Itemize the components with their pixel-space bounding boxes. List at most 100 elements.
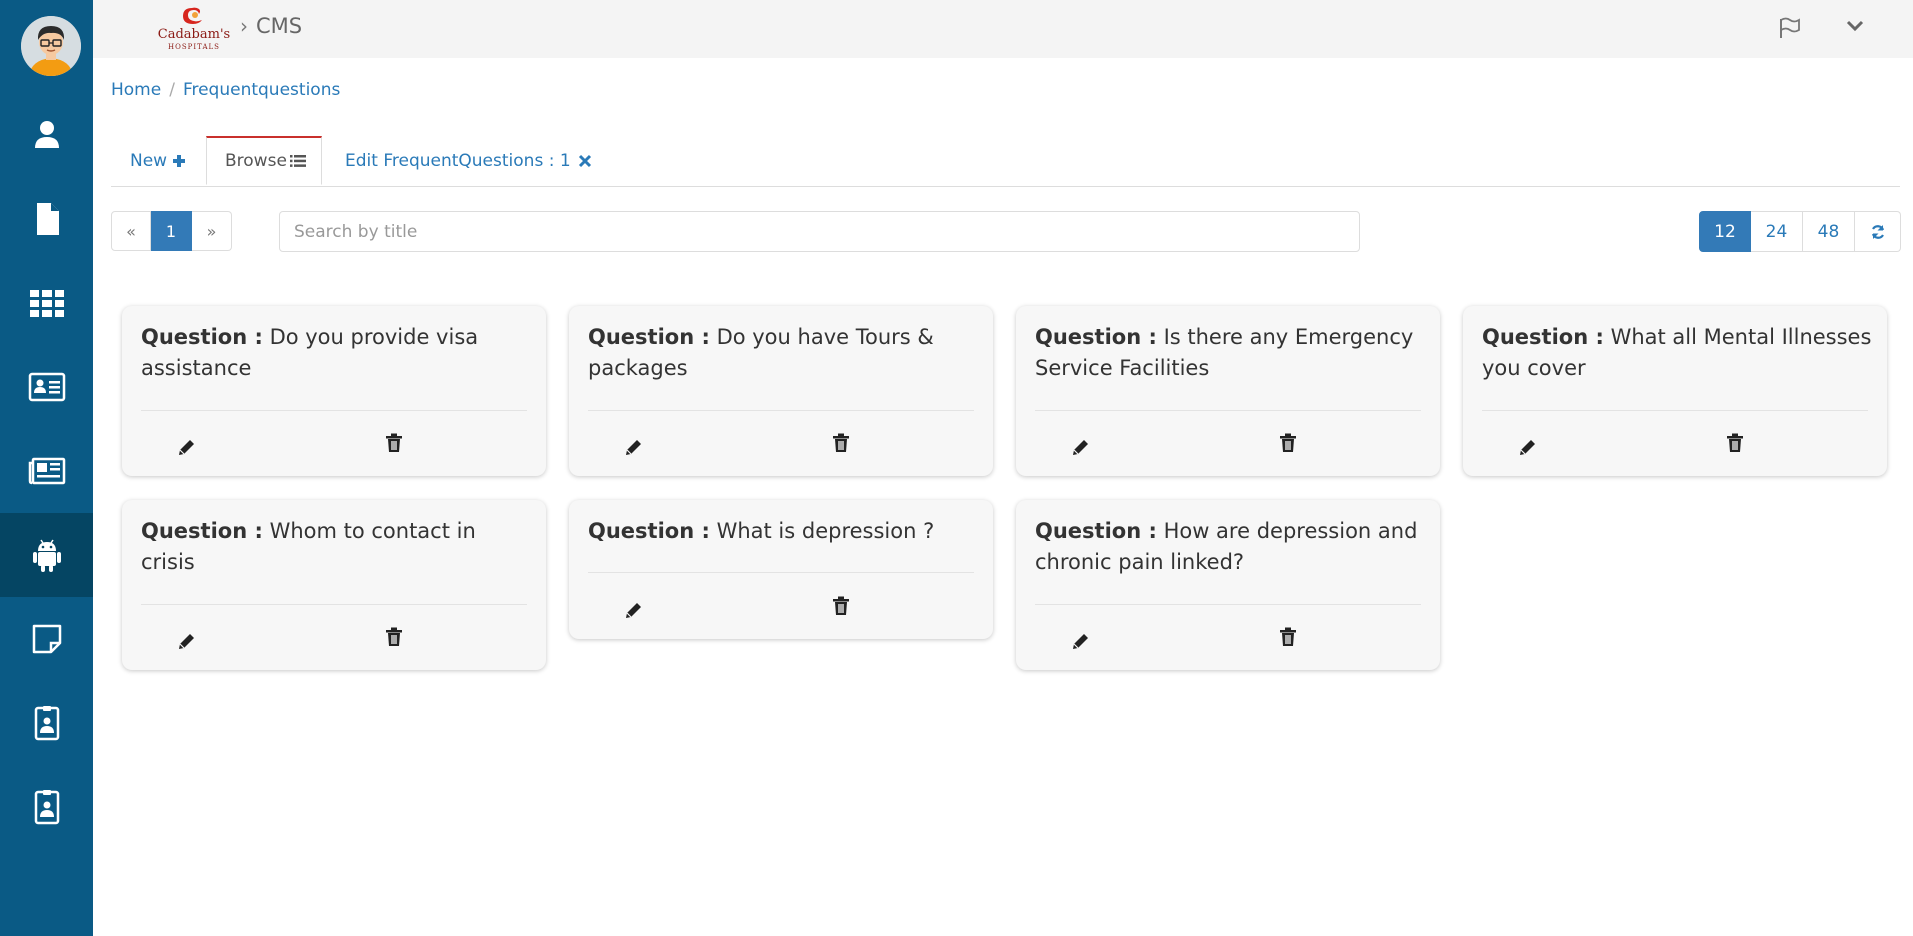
trash-icon (1280, 627, 1296, 646)
breadcrumb-current[interactable]: Frequentquestions (183, 80, 340, 100)
refresh-button[interactable] (1855, 211, 1901, 252)
grid-icon (29, 290, 64, 317)
user-menu-button[interactable] (1838, 9, 1872, 43)
chevron-down-icon (1846, 20, 1864, 32)
card-divider (1035, 410, 1421, 411)
sidebar-item-news[interactable] (0, 429, 93, 513)
sidebar-item-staff[interactable] (0, 765, 93, 849)
question-card: Question : Do you provide visa assistanc… (122, 306, 546, 476)
tab-bar: New Browse Edit FrequentQuestions : 1 (111, 136, 1900, 187)
sidebar-item-faq[interactable] (0, 513, 93, 597)
card-divider (588, 572, 974, 573)
sidebar-item-notes[interactable] (0, 597, 93, 681)
edit-button[interactable] (621, 597, 647, 623)
header-breadcrumb: › CMS (240, 14, 302, 38)
page-size-group: 12 24 48 (1699, 211, 1901, 252)
card-divider (1482, 410, 1868, 411)
chevron-right-icon: › (240, 14, 248, 38)
pencil-icon (179, 440, 194, 455)
plus-icon (173, 155, 186, 167)
edit-button[interactable] (1515, 434, 1541, 460)
sidebar-item-users[interactable] (0, 93, 93, 177)
refresh-icon (1871, 224, 1884, 239)
page-size-12[interactable]: 12 (1699, 211, 1751, 252)
page-size-24[interactable]: 24 (1751, 211, 1803, 252)
id-card-icon (28, 372, 65, 402)
delete-button[interactable] (828, 430, 854, 456)
android-icon (32, 539, 61, 572)
question-text: Question : Do you provide visa assistanc… (141, 325, 479, 380)
close-icon[interactable] (578, 154, 592, 168)
file-icon (36, 203, 59, 235)
trash-icon (833, 433, 849, 452)
edit-button[interactable] (174, 434, 200, 460)
top-header: Cadabam's HOSPITALS › CMS (93, 0, 1913, 58)
card-divider (588, 410, 974, 411)
card-divider (141, 410, 527, 411)
delete-button[interactable] (381, 624, 407, 650)
sticky-note-icon (32, 624, 61, 654)
question-text: Question : Do you have Tours & packages (588, 325, 934, 380)
search-input[interactable] (279, 211, 1360, 252)
sidebar-item-pages[interactable] (0, 177, 93, 261)
trash-icon (1727, 433, 1743, 452)
edit-button[interactable] (1068, 628, 1094, 654)
pencil-icon (1520, 440, 1535, 455)
user-avatar[interactable] (21, 16, 81, 76)
pencil-icon (1073, 440, 1088, 455)
tab-new[interactable]: New (130, 136, 187, 186)
tab-browse-label: Browse (225, 151, 287, 171)
delete-button[interactable] (1722, 430, 1748, 456)
question-card: Question : What all Mental Illnesses you… (1463, 306, 1887, 476)
question-card: Question : Do you have Tours & packages (569, 306, 993, 476)
question-text: Question : What is depression ? (588, 519, 935, 543)
pencil-icon (626, 603, 641, 618)
card-divider (1035, 604, 1421, 605)
breadcrumb: Home / Frequentquestions (111, 80, 340, 100)
pagination-page-1[interactable]: 1 (151, 211, 192, 251)
edit-button[interactable] (1068, 434, 1094, 460)
trash-icon (386, 627, 402, 646)
flag-icon (1780, 17, 1800, 38)
sidebar (0, 0, 93, 936)
question-card: Question : What is depression ? (569, 500, 993, 639)
question-text: Question : How are depression and chroni… (1035, 519, 1418, 574)
sidebar-item-doctors[interactable] (0, 681, 93, 765)
question-card: Question : Is there any Emergency Servic… (1016, 306, 1440, 476)
pagination-prev[interactable]: « (111, 211, 151, 251)
question-text: Question : Is there any Emergency Servic… (1035, 325, 1414, 380)
edit-button[interactable] (621, 434, 647, 460)
tab-edit[interactable]: Edit FrequentQuestions : 1 (345, 136, 592, 186)
badge-icon (34, 790, 59, 825)
trash-icon (1280, 433, 1296, 452)
card-divider (141, 604, 527, 605)
pagination-next[interactable]: » (192, 211, 232, 251)
delete-button[interactable] (381, 430, 407, 456)
notifications-button[interactable] (1773, 11, 1807, 45)
avatar-icon (21, 16, 81, 76)
cadabams-logo-icon: Cadabam's HOSPITALS (158, 7, 230, 51)
brand-logo[interactable]: Cadabam's HOSPITALS (153, 4, 235, 56)
tab-edit-label: Edit FrequentQuestions : 1 (345, 151, 571, 171)
tab-browse[interactable]: Browse (206, 136, 322, 185)
delete-button[interactable] (828, 593, 854, 619)
question-card: Question : Whom to contact in crisis (122, 500, 546, 670)
question-text: Question : Whom to contact in crisis (141, 519, 476, 574)
list-icon (289, 155, 306, 167)
page-size-48[interactable]: 48 (1803, 211, 1855, 252)
pagination: « 1 » (111, 211, 232, 251)
badge-icon (34, 706, 59, 741)
trash-icon (386, 433, 402, 452)
delete-button[interactable] (1275, 430, 1301, 456)
newspaper-icon (28, 457, 65, 485)
sidebar-item-dashboard[interactable] (0, 261, 93, 345)
pencil-icon (1073, 634, 1088, 649)
sidebar-item-profiles[interactable] (0, 345, 93, 429)
delete-button[interactable] (1275, 624, 1301, 650)
edit-button[interactable] (174, 628, 200, 654)
breadcrumb-home[interactable]: Home (111, 80, 161, 100)
pencil-icon (179, 634, 194, 649)
tab-new-label: New (130, 151, 168, 171)
section-title: CMS (256, 14, 303, 38)
user-icon (34, 121, 59, 148)
